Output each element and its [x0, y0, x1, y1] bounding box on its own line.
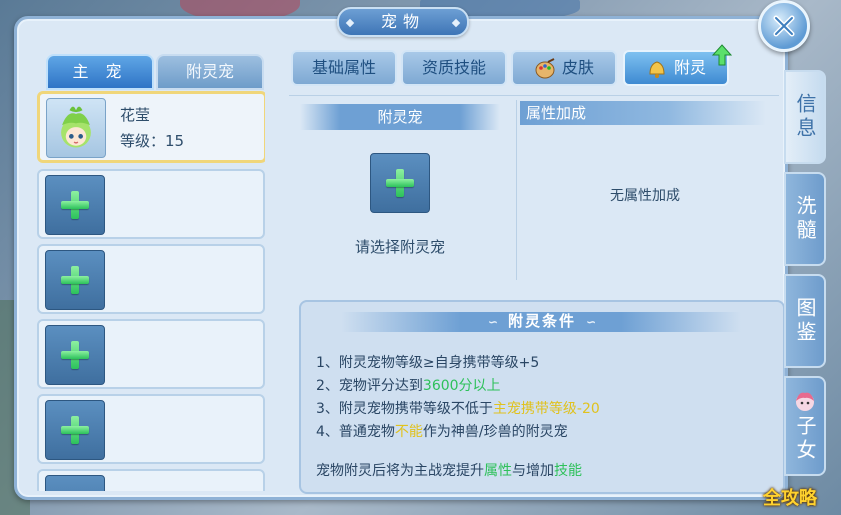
side-tab-label: 子女	[793, 415, 817, 463]
ornament-icon: ∽	[586, 315, 597, 329]
side-tab-info[interactable]: 信息	[784, 70, 826, 164]
plus-icon	[59, 339, 91, 371]
tab-label: 资质技能	[421, 58, 486, 77]
tab-label: 皮肤	[561, 58, 594, 77]
tab-label: 附灵	[673, 58, 706, 77]
side-tab-children[interactable]: 子女	[784, 376, 826, 476]
text-run: 4、普通宠物	[316, 424, 395, 440]
text-run: 与增加	[512, 463, 554, 479]
text-run: 技能	[554, 463, 582, 479]
pet-slot-empty[interactable]	[37, 394, 265, 464]
close-icon	[773, 15, 795, 37]
tab-main-pet[interactable]: 主 宠	[46, 54, 154, 90]
condition-line: 1、附灵宠物等级≥自身携带等级+5	[316, 352, 539, 372]
palette-icon	[535, 57, 555, 78]
text-run: 1、附灵宠物等级≥自身携带等级+5	[316, 355, 540, 371]
spirit-pet-header: 附灵宠	[300, 104, 500, 130]
window-title: 宠物	[337, 7, 469, 37]
tab-skin[interactable]: 皮肤	[511, 50, 617, 86]
side-tab-label: 信息	[793, 93, 817, 141]
add-pet-button[interactable]	[45, 175, 105, 235]
tab-label: 基础属性	[311, 58, 376, 77]
text-run: 属性	[484, 463, 512, 479]
side-tab-label: 洗髓	[793, 195, 817, 243]
add-pet-button[interactable]	[45, 400, 105, 460]
plus-icon	[59, 264, 91, 296]
attribute-bonus-header: 属性加成	[520, 101, 766, 125]
pet-slot-empty[interactable]	[37, 169, 265, 239]
add-pet-button[interactable]	[45, 250, 105, 310]
pet-slot-empty[interactable]	[37, 469, 265, 491]
conditions-footer: 宠物附灵后将为主战宠提升属性与增加技能	[316, 460, 582, 480]
text-run: 3600分以上	[422, 378, 501, 394]
divider	[289, 95, 779, 96]
pet-level: 等级：15	[120, 132, 185, 150]
no-attribute-text: 无属性加成	[610, 188, 680, 204]
spirit-conditions-box: ∽ 附灵条件 ∽ 1、附灵宠物等级≥自身携带等级+5 2、宠物评分达到3600分以上…	[299, 300, 785, 494]
tab-basic-attributes[interactable]: 基础属性	[291, 50, 397, 86]
side-tab-codex[interactable]: 图鉴	[784, 274, 826, 368]
choose-spirit-prompt: 请选择附灵宠	[354, 238, 445, 256]
pet-slot-empty[interactable]	[37, 244, 265, 314]
upgrade-arrow-icon	[712, 44, 732, 66]
add-spirit-pet-button[interactable]	[370, 153, 430, 213]
text-run: 作为神兽/珍兽的附灵宠	[422, 424, 568, 440]
watermark: 全攻略	[763, 488, 817, 509]
text-run: 2、宠物评分达到	[316, 378, 423, 394]
add-pet-button[interactable]	[45, 475, 105, 491]
conditions-title: ∽ 附灵条件 ∽	[487, 312, 597, 330]
text-run: -20	[576, 401, 600, 417]
condition-line: 4、普通宠物不能作为神兽/珍兽的附灵宠	[316, 421, 568, 441]
divider	[516, 100, 517, 280]
side-tab-label: 图鉴	[793, 297, 817, 345]
pet-slot-selected[interactable]: 花莹 等级：15	[37, 91, 265, 163]
plus-icon	[59, 414, 91, 446]
text-run: 3、附灵宠物携带等级不低于	[316, 401, 493, 417]
text-run: 不能	[394, 424, 423, 440]
plus-icon	[59, 189, 91, 221]
tab-aptitude-skills[interactable]: 资质技能	[401, 50, 507, 86]
bell-icon	[649, 60, 665, 78]
pet-name: 花莹	[120, 106, 151, 124]
tab-spirit-pet[interactable]: 附灵宠	[156, 54, 264, 90]
text-run: 主宠携带等级	[492, 401, 577, 417]
plus-icon	[384, 167, 416, 199]
side-tab-refine[interactable]: 洗髓	[784, 172, 826, 266]
plus-icon	[59, 489, 91, 491]
close-button[interactable]	[758, 0, 810, 52]
pet-portrait-icon	[61, 106, 91, 148]
text-run: 宠物附灵后将为主战宠提升	[316, 463, 484, 479]
pet-list: 花莹 等级：15	[37, 91, 265, 491]
condition-line: 2、宠物评分达到3600分以上	[316, 375, 501, 395]
girl-icon	[796, 392, 814, 411]
ornament-icon: ∽	[487, 315, 498, 329]
add-pet-button[interactable]	[45, 325, 105, 385]
pet-slot-empty[interactable]	[37, 319, 265, 389]
condition-line: 3、附灵宠物携带等级不低于主宠携带等级-20	[316, 398, 600, 418]
pet-avatar	[46, 98, 106, 158]
